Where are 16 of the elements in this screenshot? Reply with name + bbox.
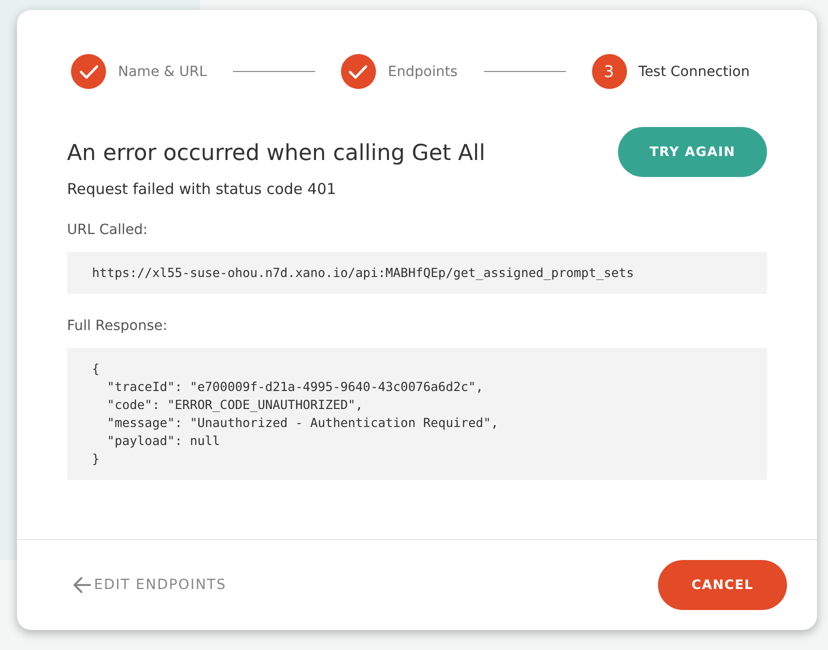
error-title: An error occurred when calling Get All — [67, 141, 486, 166]
url-label: URL Called: — [67, 222, 149, 238]
checkmark-icon — [78, 64, 98, 80]
edit-endpoints-link[interactable]: EDIT ENDPOINTS — [72, 576, 226, 594]
response-label: Full Response: — [67, 318, 168, 334]
cancel-button[interactable]: CANCEL — [658, 560, 787, 610]
try-again-button[interactable]: TRY AGAIN — [618, 127, 767, 177]
error-subtitle: Request failed with status code 401 — [67, 180, 338, 198]
response-code-block: { "traceId": "e700009f-d21a-4995-9640-43c0076a6d2c", "code": "ERROR_CODE_UNAUTHORIZED", "message": "Unauthorized - Authentication Required", "payload": null } — [67, 348, 767, 480]
url-code-block: https://xl55-suse-ohou.n7d.xano.io/api:MABHfQEp/get_assigned_prompt_sets — [67, 252, 767, 294]
step-label: Test Connection — [638, 64, 750, 80]
step-label: Endpoints — [388, 64, 458, 80]
step-label: Name & URL — [118, 64, 207, 80]
arrow-left-icon — [72, 576, 92, 594]
step-number: 3 — [604, 62, 614, 81]
checkmark-icon — [348, 64, 368, 80]
